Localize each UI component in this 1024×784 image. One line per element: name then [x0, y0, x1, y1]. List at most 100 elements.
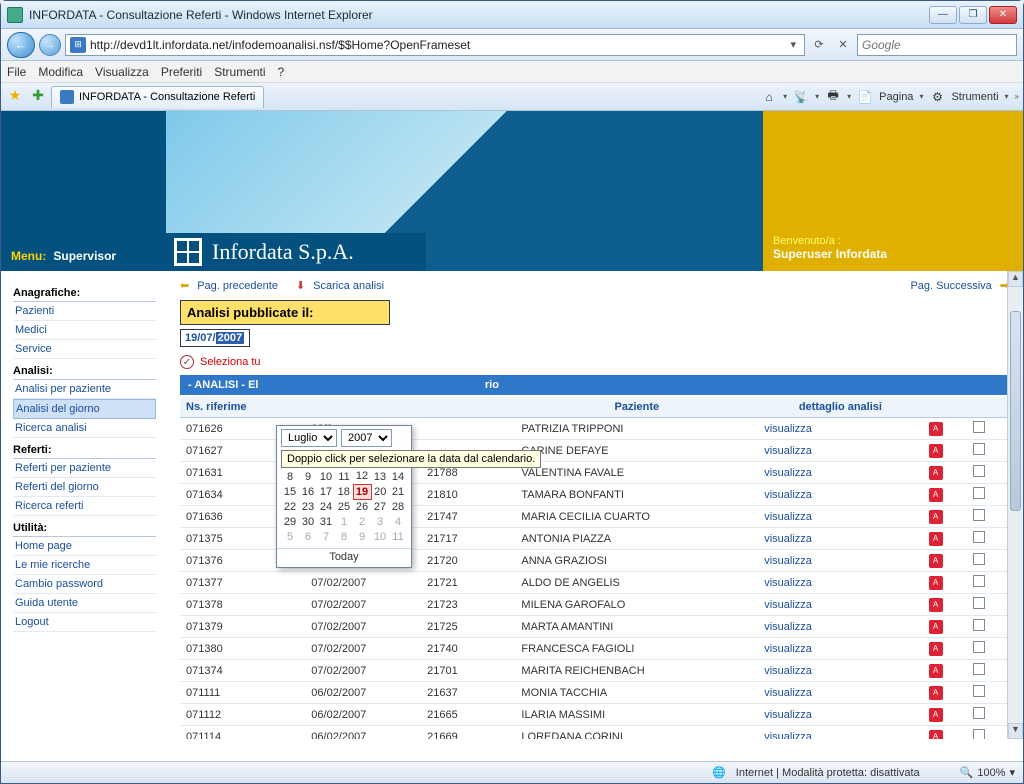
sidebar-item[interactable]: Pazienti: [13, 302, 156, 321]
calendar-day[interactable]: 2: [353, 514, 371, 529]
pdf-icon[interactable]: A: [929, 422, 943, 436]
visualizza-link[interactable]: visualizza: [764, 511, 812, 523]
row-checkbox[interactable]: [973, 575, 985, 587]
pdf-icon[interactable]: A: [929, 576, 943, 590]
home-icon[interactable]: ⌂: [761, 89, 777, 105]
cell-check[interactable]: [967, 484, 1009, 506]
browser-tab[interactable]: INFORDATA - Consultazione Referti: [51, 86, 264, 108]
cell-check[interactable]: [967, 638, 1009, 660]
calendar-day[interactable]: 1: [335, 514, 353, 529]
row-checkbox[interactable]: [973, 553, 985, 565]
pdf-icon[interactable]: A: [929, 642, 943, 656]
visualizza-link[interactable]: visualizza: [764, 445, 812, 457]
cell-pdf[interactable]: A: [923, 440, 968, 462]
visualizza-link[interactable]: visualizza: [764, 621, 812, 633]
calendar-day[interactable]: 11: [389, 529, 407, 544]
calendar-day[interactable]: 8: [335, 529, 353, 544]
back-button[interactable]: ←: [7, 32, 35, 58]
cell-check[interactable]: [967, 572, 1009, 594]
cell-pdf[interactable]: A: [923, 550, 968, 572]
sidebar-item[interactable]: Service: [13, 340, 156, 359]
select-all-check-icon[interactable]: ✓: [180, 355, 194, 369]
calendar-popup[interactable]: Luglio 2007 Doppio click per selezionare…: [276, 425, 412, 568]
cell-pdf[interactable]: A: [923, 484, 968, 506]
chevron-right-icon[interactable]: »: [1015, 92, 1019, 101]
next-page-link[interactable]: Pag. Successiva: [910, 280, 991, 292]
calendar-day[interactable]: 15: [281, 484, 299, 499]
cell-pdf[interactable]: A: [923, 704, 968, 726]
menu-modifica[interactable]: Modifica: [38, 65, 83, 79]
tools-menu-icon[interactable]: ⚙: [929, 89, 945, 105]
pdf-icon[interactable]: A: [929, 554, 943, 568]
menu-help[interactable]: ?: [278, 65, 285, 79]
search-box[interactable]: Google: [857, 34, 1017, 56]
favorites-star-icon[interactable]: ★: [5, 87, 25, 107]
sidebar-item[interactable]: Home page: [13, 537, 156, 556]
pdf-icon[interactable]: A: [929, 686, 943, 700]
menu-file[interactable]: File: [7, 65, 26, 79]
cell-pdf[interactable]: A: [923, 572, 968, 594]
zoom-dropdown-icon[interactable]: ▾: [1009, 766, 1015, 779]
calendar-day[interactable]: 26: [353, 499, 371, 514]
sidebar-item[interactable]: Ricerca analisi: [13, 419, 156, 438]
row-checkbox[interactable]: [973, 487, 985, 499]
cell-check[interactable]: [967, 550, 1009, 572]
month-select[interactable]: Luglio: [281, 429, 337, 447]
calendar-day[interactable]: 20: [371, 484, 389, 499]
cell-pdf[interactable]: A: [923, 528, 968, 550]
calendar-day[interactable]: 22: [281, 499, 299, 514]
pdf-icon[interactable]: A: [929, 488, 943, 502]
calendar-day[interactable]: 21: [389, 484, 407, 499]
sidebar-item[interactable]: Cambio password: [13, 575, 156, 594]
cell-check[interactable]: [967, 704, 1009, 726]
zoom-control[interactable]: 🔍 100% ▾: [960, 766, 1015, 779]
calendar-day[interactable]: 10: [371, 529, 389, 544]
row-checkbox[interactable]: [973, 465, 985, 477]
menu-visualizza[interactable]: Visualizza: [95, 65, 149, 79]
cell-pdf[interactable]: A: [923, 616, 968, 638]
cell-check[interactable]: [967, 506, 1009, 528]
cell-check[interactable]: [967, 660, 1009, 682]
calendar-today-link[interactable]: Today: [277, 548, 411, 567]
cell-check[interactable]: [967, 528, 1009, 550]
row-checkbox[interactable]: [973, 729, 985, 739]
cell-pdf[interactable]: A: [923, 418, 968, 440]
sidebar-item[interactable]: Analisi per paziente: [13, 380, 156, 399]
pdf-icon[interactable]: A: [929, 598, 943, 612]
pdf-icon[interactable]: A: [929, 620, 943, 634]
pdf-icon[interactable]: A: [929, 532, 943, 546]
sidebar-item[interactable]: Referti per paziente: [13, 459, 156, 478]
cell-check[interactable]: [967, 462, 1009, 484]
scroll-down-icon[interactable]: ▼: [1008, 723, 1023, 739]
calendar-day[interactable]: 18: [335, 484, 353, 499]
sidebar-item[interactable]: Logout: [13, 613, 156, 632]
vertical-scrollbar[interactable]: ▲ ▼: [1007, 271, 1023, 739]
tools-menu-label[interactable]: Strumenti: [951, 91, 998, 103]
cell-pdf[interactable]: A: [923, 594, 968, 616]
add-favorite-icon[interactable]: ✚: [28, 87, 48, 107]
cell-pdf[interactable]: A: [923, 726, 968, 740]
visualizza-link[interactable]: visualizza: [764, 709, 812, 721]
calendar-day[interactable]: 8: [281, 469, 299, 484]
calendar-day[interactable]: 5: [281, 529, 299, 544]
cell-pdf[interactable]: A: [923, 660, 968, 682]
visualizza-link[interactable]: visualizza: [764, 687, 812, 699]
sidebar-item[interactable]: Le mie ricerche: [13, 556, 156, 575]
calendar-day[interactable]: 12: [353, 469, 371, 484]
visualizza-link[interactable]: visualizza: [764, 533, 812, 545]
pdf-icon[interactable]: A: [929, 730, 943, 740]
cell-pdf[interactable]: A: [923, 506, 968, 528]
minimize-button[interactable]: —: [929, 6, 957, 24]
calendar-day[interactable]: 7: [317, 529, 335, 544]
calendar-day[interactable]: 11: [335, 469, 353, 484]
row-checkbox[interactable]: [973, 443, 985, 455]
calendar-day[interactable]: 4: [389, 514, 407, 529]
page-menu-label[interactable]: Pagina: [879, 91, 913, 103]
date-input[interactable]: 19/07/2007: [180, 329, 250, 347]
row-checkbox[interactable]: [973, 531, 985, 543]
close-button[interactable]: ✕: [989, 6, 1017, 24]
cell-check[interactable]: [967, 594, 1009, 616]
visualizza-link[interactable]: visualizza: [764, 665, 812, 677]
visualizza-link[interactable]: visualizza: [764, 467, 812, 479]
col-paziente[interactable]: Paziente: [515, 397, 758, 418]
